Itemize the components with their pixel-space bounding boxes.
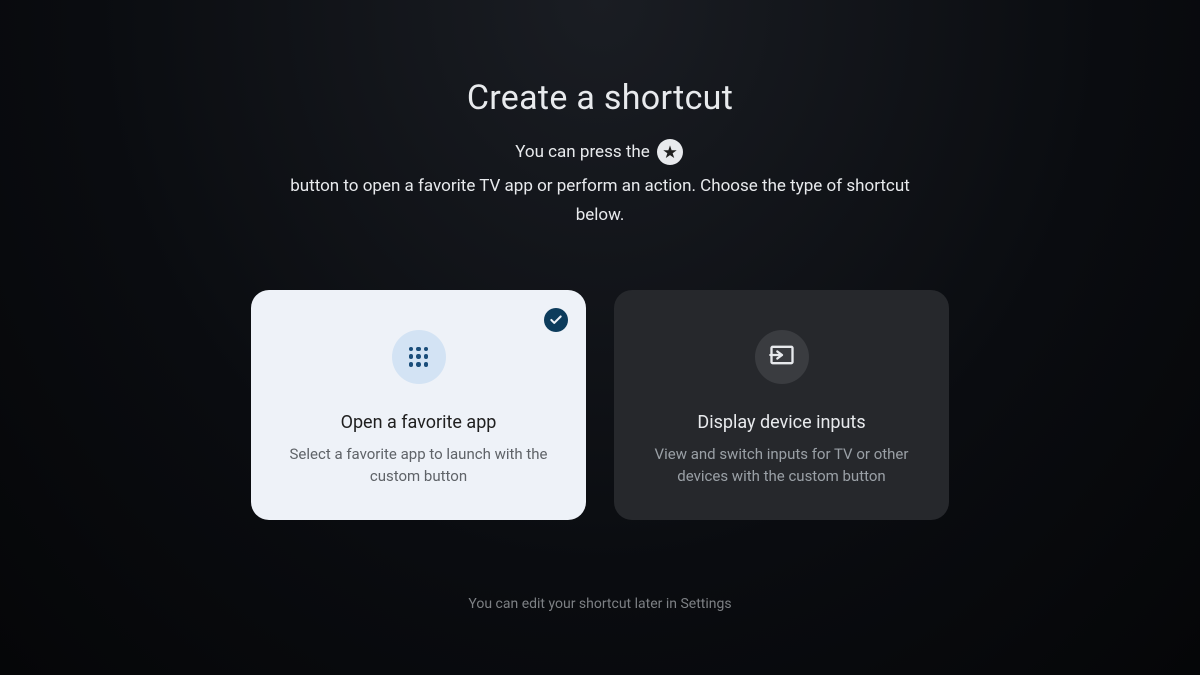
page-title: Create a shortcut xyxy=(467,78,733,118)
page-subtitle: You can press the button to open a favor… xyxy=(280,138,920,230)
subtitle-text-before: You can press the xyxy=(515,138,650,167)
option-title: Display device inputs xyxy=(697,412,865,433)
shortcut-options-container: Open a favorite app Select a favorite ap… xyxy=(251,290,949,520)
option-title: Open a favorite app xyxy=(341,412,497,433)
star-icon xyxy=(657,139,683,165)
option-description: View and switch inputs for TV or other d… xyxy=(638,443,925,488)
apps-grid-icon xyxy=(392,330,446,384)
option-description: Select a favorite app to launch with the… xyxy=(275,443,562,488)
input-icon xyxy=(755,330,809,384)
option-display-device-inputs[interactable]: Display device inputs View and switch in… xyxy=(614,290,949,520)
option-open-favorite-app[interactable]: Open a favorite app Select a favorite ap… xyxy=(251,290,586,520)
footer-hint: You can edit your shortcut later in Sett… xyxy=(468,596,731,612)
checkmark-icon xyxy=(544,308,568,332)
subtitle-text-after: button to open a favorite TV app or perf… xyxy=(280,172,920,230)
